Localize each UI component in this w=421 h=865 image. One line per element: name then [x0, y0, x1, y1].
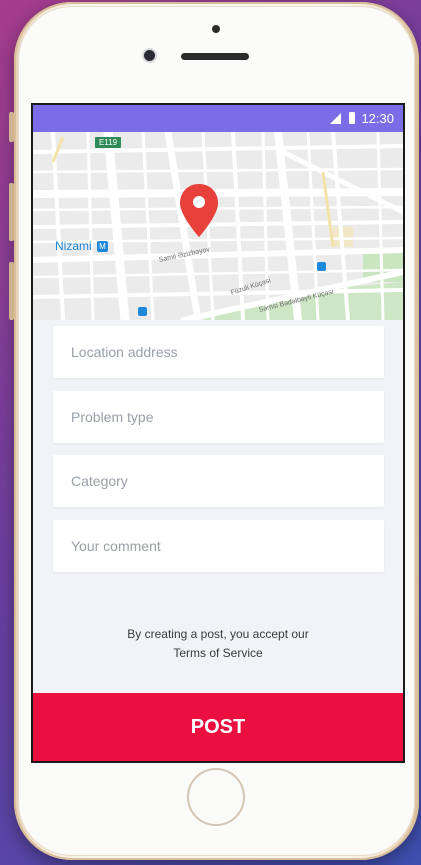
map-label-district: Nizami M — [55, 239, 109, 253]
earpiece-speaker — [181, 53, 249, 60]
highway-badge: E119 — [95, 137, 121, 148]
transit-marker-icon — [317, 262, 326, 271]
app-screen: 12:30 E119 Nizami M Samil Əzizbəyov Füzu… — [33, 105, 403, 761]
location-address-input[interactable]: Location address — [53, 326, 384, 378]
category-select[interactable]: Category — [53, 455, 384, 507]
battery-icon — [349, 112, 355, 124]
metro-icon: M — [97, 241, 109, 253]
volume-down-button — [9, 262, 14, 320]
home-button[interactable] — [187, 768, 245, 826]
status-time: 12:30 — [361, 111, 394, 126]
proximity-sensor — [212, 25, 220, 33]
volume-up-button — [9, 183, 14, 241]
mute-switch — [9, 112, 14, 142]
status-bar: 12:30 — [33, 105, 403, 132]
problem-type-select[interactable]: Problem type — [53, 391, 384, 443]
terms-notice: By creating a post, you accept our — [127, 627, 309, 641]
location-pin-icon[interactable] — [179, 183, 219, 239]
signal-icon — [330, 113, 341, 124]
front-camera-icon — [144, 50, 155, 61]
post-button[interactable]: POST — [33, 693, 403, 761]
map-view[interactable]: E119 Nizami M Samil Əzizbəyov Füzuli Küç… — [33, 132, 403, 320]
transit-marker-icon — [138, 307, 147, 316]
district-name: Nizami — [55, 239, 92, 253]
terms-of-service-link[interactable]: Terms of Service — [33, 646, 403, 660]
comment-input[interactable]: Your comment — [53, 520, 384, 572]
